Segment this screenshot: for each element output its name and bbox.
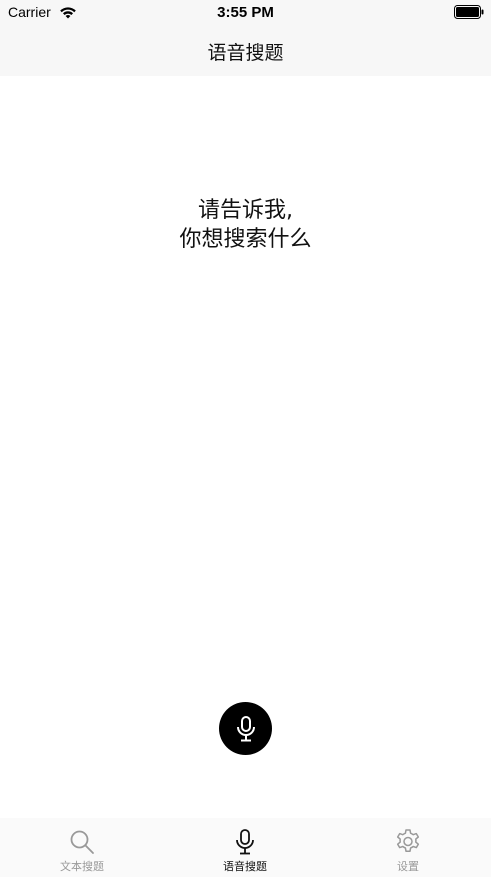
- battery-icon: [454, 5, 484, 19]
- voice-prompt: 请告诉我, 你想搜索什么: [0, 196, 491, 254]
- tab-settings[interactable]: 设置: [353, 828, 463, 874]
- navigation-bar: 语音搜题: [0, 26, 491, 76]
- prompt-line-1: 请告诉我,: [198, 198, 293, 223]
- page-title: 语音搜题: [207, 42, 284, 64]
- record-voice-button[interactable]: [219, 702, 272, 755]
- microphone-icon: [236, 715, 255, 741]
- search-icon: [70, 830, 94, 854]
- tab-voice-search[interactable]: 语音搜题: [190, 828, 300, 874]
- tab-settings-label: 设置: [397, 860, 419, 873]
- status-time: 3:55 PM: [217, 4, 274, 21]
- tab-bar: 文本搜题 语音搜题 设置: [0, 818, 491, 877]
- prompt-line-2: 你想搜索什么: [179, 227, 312, 252]
- tab-voice-search-label: 语音搜题: [223, 860, 267, 873]
- microphone-icon: [236, 829, 254, 855]
- gear-icon: [396, 829, 420, 852]
- status-bar: Carrier 3:55 PM: [0, 0, 491, 26]
- tab-text-search-label: 文本搜题: [60, 860, 104, 873]
- tab-text-search[interactable]: 文本搜题: [27, 828, 137, 874]
